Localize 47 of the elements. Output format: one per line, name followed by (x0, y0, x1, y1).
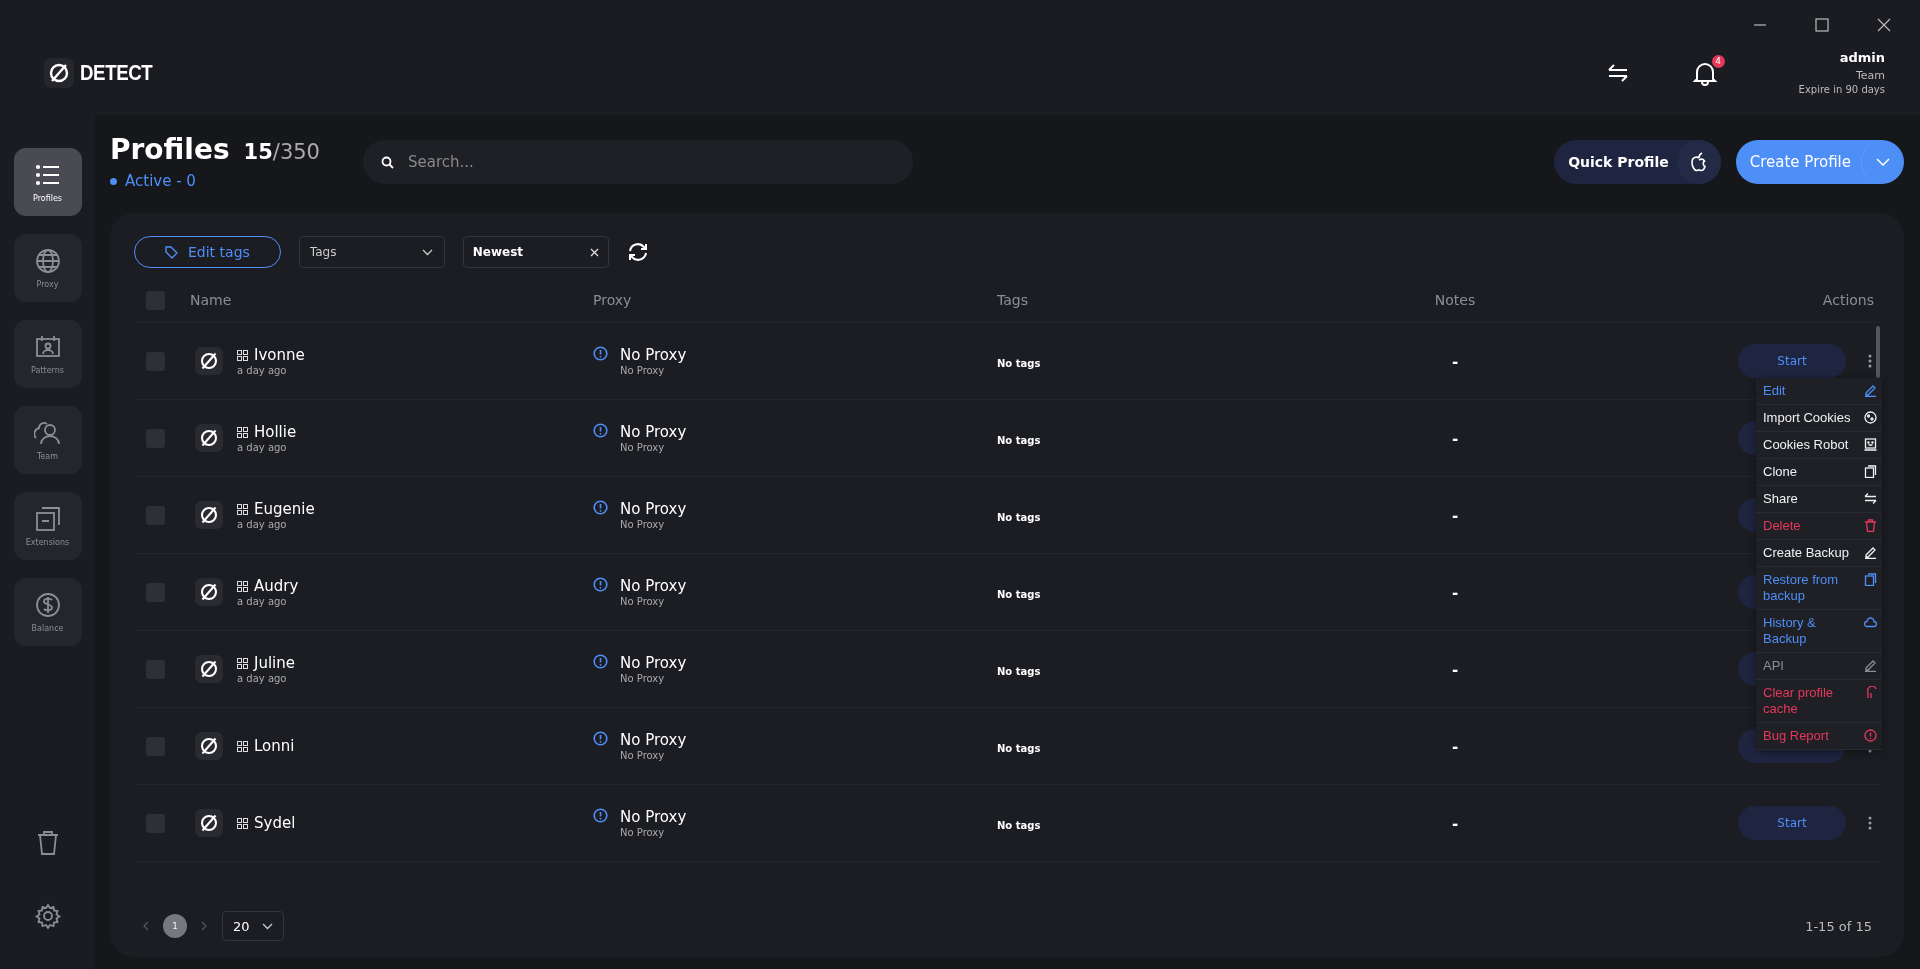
created-time: a day ago (237, 365, 288, 376)
proxy-name: No Proxy (620, 654, 687, 672)
created-time: a day ago (237, 519, 288, 530)
notes-text: - (1451, 429, 1459, 448)
created-time: a day ago (237, 673, 288, 684)
tags-text: No tags (997, 434, 1041, 446)
column-header: Actions (1822, 292, 1875, 308)
proxy-detail: No Proxy (620, 442, 666, 453)
proxy-name: No Proxy (620, 577, 687, 595)
proxy-detail: No Proxy (620, 365, 666, 376)
proxy-detail: No Proxy (620, 519, 666, 530)
proxy-detail: No Proxy (620, 673, 666, 684)
profile-count: 15/350 (243, 140, 320, 164)
proxy-name: No Proxy (620, 808, 687, 826)
proxy-name: No Proxy (620, 423, 687, 441)
logo-text: DETECT (80, 59, 153, 86)
page-title: Profiles (110, 133, 230, 166)
column-header: Proxy (593, 292, 632, 308)
proxy-name: No Proxy (620, 500, 687, 518)
tags-text: No tags (997, 819, 1041, 831)
proxy-detail: No Proxy (620, 750, 666, 761)
notes-text: - (1451, 352, 1459, 371)
notes-text: - (1451, 506, 1459, 525)
range-text: 1-15 of 15 (1805, 918, 1873, 934)
user-plan: Team (1855, 69, 1885, 82)
tags-text: No tags (997, 357, 1041, 369)
notes-text: - (1451, 737, 1459, 756)
tags-text: No tags (997, 742, 1041, 754)
notification-badge: 4 (1711, 54, 1725, 68)
user-name: admin (1839, 50, 1885, 65)
column-header: Name (190, 292, 232, 308)
notes-text: - (1451, 583, 1459, 602)
tags-text: No tags (997, 588, 1041, 600)
tags-text: No tags (997, 511, 1041, 523)
proxy-detail: No Proxy (620, 827, 666, 838)
proxy-name: No Proxy (620, 731, 687, 749)
proxy-detail: No Proxy (620, 596, 666, 607)
tags-text: No tags (997, 665, 1041, 677)
created-time: a day ago (237, 596, 288, 607)
notes-text: - (1451, 814, 1459, 833)
column-header: Tags (997, 292, 1028, 308)
proxy-name: No Proxy (620, 346, 687, 364)
active-count: Active - 0 (125, 172, 196, 190)
expiry-text: Expire in 90 days (1798, 84, 1885, 95)
column-header: Notes (1434, 292, 1476, 308)
notes-text: - (1451, 660, 1459, 679)
created-time: a day ago (237, 442, 288, 453)
